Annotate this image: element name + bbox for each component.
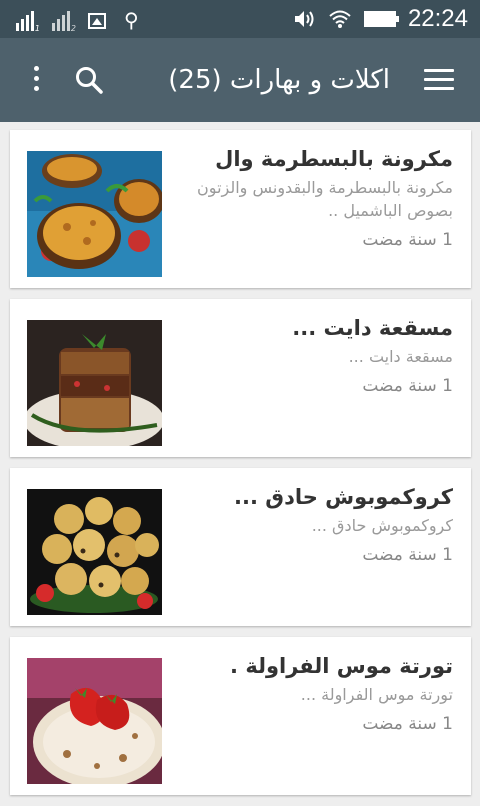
recipe-texts: تورتة موس الفراولة . تورتة موس الفراولة … (171, 651, 453, 736)
status-left-icons: 1 2 ⚲ (16, 7, 139, 33)
signal-icon-sim2: 2 (52, 9, 76, 33)
signal-icon: 1 (16, 9, 40, 33)
pasta-dish-photo (27, 151, 162, 277)
more-vert-icon[interactable] (30, 66, 42, 94)
usb-icon: ⚲ (124, 8, 139, 32)
recipe-time: 1 سنة مضت (362, 714, 453, 734)
status-right-icons: 22:24 (294, 0, 468, 38)
recipe-title: مكرونة بالبسطرمة وال (215, 147, 453, 171)
recipe-title: كروكموبوش حادق ... (234, 485, 453, 509)
status-bar: 1 2 ⚲ 22:24 (0, 0, 480, 38)
app-bar: اكلات و بهارات (25) (0, 38, 480, 122)
wifi-icon (329, 10, 351, 28)
croquembouche-photo (27, 489, 162, 615)
recipe-description: كروكموبوش حادق ... (311, 516, 453, 535)
recipe-description: مكرونة بالبسطرمة والبقدونس والزتون بصوص … (197, 178, 453, 220)
recipe-card[interactable]: مسقعة دايت ... مسقعة دايت ... 1 سنة مضت (10, 299, 471, 457)
recipe-card[interactable]: كروكموبوش حادق ... كروكموبوش حادق ... 1 … (10, 468, 471, 626)
recipe-title: تورتة موس الفراولة . (230, 654, 453, 678)
recipe-time: 1 سنة مضت (362, 376, 453, 396)
recipe-texts: كروكموبوش حادق ... كروكموبوش حادق ... 1 … (171, 482, 453, 567)
moussaka-photo (27, 320, 162, 446)
recipe-texts: مكرونة بالبسطرمة وال مكرونة بالبسطرمة وا… (171, 144, 453, 252)
page-title: اكلات و بهارات (25) (168, 65, 390, 95)
recipe-time: 1 سنة مضت (362, 230, 453, 250)
recipe-time: 1 سنة مضت (362, 545, 453, 565)
recipe-list: مكرونة بالبسطرمة وال مكرونة بالبسطرمة وا… (10, 130, 471, 806)
recipe-description: مسقعة دايت ... (348, 347, 453, 366)
recipe-title: مسقعة دايت ... (292, 316, 453, 340)
strawberry-cake-photo (27, 658, 162, 784)
recipe-texts: مسقعة دايت ... مسقعة دايت ... 1 سنة مضت (171, 313, 453, 398)
status-time: 22:24 (407, 5, 468, 32)
search-icon[interactable] (74, 65, 104, 95)
volume-icon (294, 11, 314, 27)
battery-icon (363, 11, 399, 27)
image-icon (88, 13, 106, 29)
recipe-card[interactable]: مكرونة بالبسطرمة وال مكرونة بالبسطرمة وا… (10, 130, 471, 288)
recipe-card[interactable]: تورتة موس الفراولة . تورتة موس الفراولة … (10, 637, 471, 795)
recipe-description: تورتة موس الفراولة ... (300, 685, 453, 704)
hamburger-menu-icon[interactable] (424, 69, 454, 91)
